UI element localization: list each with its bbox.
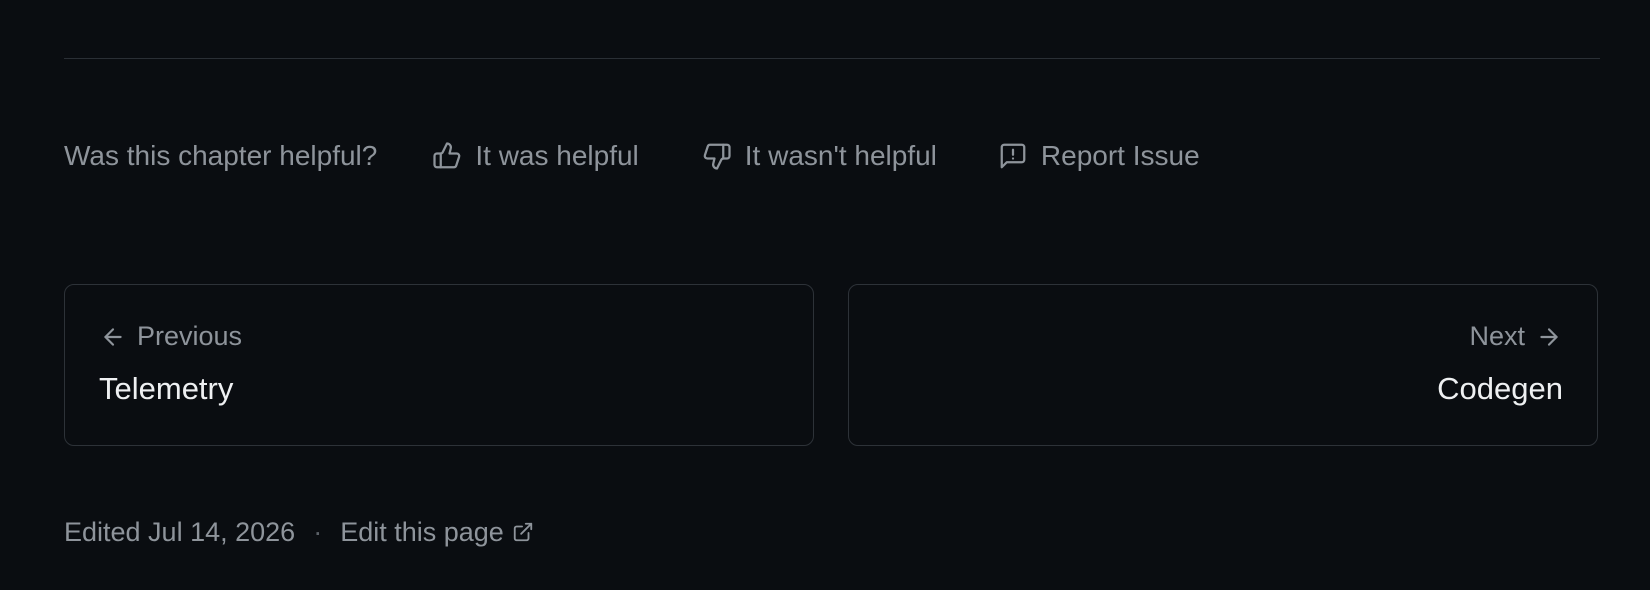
previous-label: Previous — [137, 321, 243, 351]
arrow-left-icon — [99, 323, 127, 351]
edited-date: Edited Jul 14, 2026 — [64, 516, 296, 547]
report-issue-label: Report Issue — [1040, 140, 1200, 171]
not-helpful-button[interactable]: It wasn't helpful — [701, 140, 937, 172]
next-label: Next — [1469, 321, 1525, 351]
previous-page-card[interactable]: Previous Telemetry — [64, 284, 814, 446]
edit-page-label: Edit this page — [340, 516, 504, 547]
external-link-icon — [510, 519, 536, 545]
meta-separator: · — [313, 516, 323, 547]
previous-direction: Previous — [99, 321, 242, 352]
top-divider — [64, 58, 1600, 59]
message-alert-icon — [997, 140, 1029, 172]
next-direction: Next — [1469, 321, 1563, 352]
next-page-title: Codegen — [1437, 371, 1563, 406]
edit-page-link[interactable]: Edit this page — [340, 517, 536, 548]
next-page-card[interactable]: Next Codegen — [848, 284, 1598, 446]
feedback-question: Was this chapter helpful? — [64, 140, 378, 171]
helpful-button[interactable]: It was helpful — [431, 140, 639, 172]
page-meta: Edited Jul 14, 2026 · Edit this page — [64, 512, 536, 552]
feedback-bar: Was this chapter helpful? It was helpful… — [64, 134, 1200, 178]
report-issue-button[interactable]: Report Issue — [997, 140, 1200, 172]
thumbs-up-icon — [431, 140, 463, 172]
helpful-label: It was helpful — [475, 140, 639, 171]
not-helpful-label: It wasn't helpful — [744, 140, 937, 171]
previous-page-title: Telemetry — [99, 371, 234, 406]
arrow-right-icon — [1535, 323, 1563, 351]
thumbs-down-icon — [701, 140, 733, 172]
